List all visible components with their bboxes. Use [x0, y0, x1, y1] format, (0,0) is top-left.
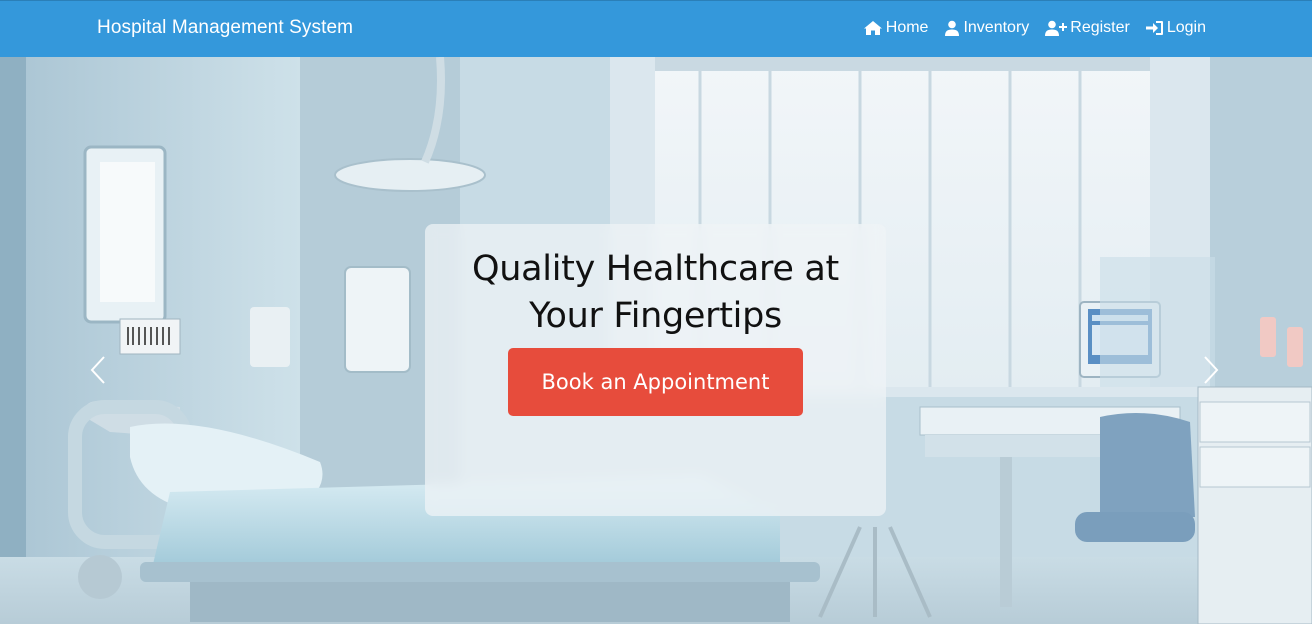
nav-register-label: Register — [1070, 19, 1130, 36]
user-icon — [944, 20, 960, 36]
chevron-right-icon — [1203, 356, 1219, 389]
top-navbar: Hospital Management System Home Inventor… — [0, 0, 1312, 57]
nav-links: Home Inventory Register Login — [863, 19, 1206, 37]
hero-carousel: Quality Healthcare at Your Fingertips Bo… — [0, 57, 1312, 624]
brand-title[interactable]: Hospital Management System — [97, 17, 353, 39]
book-appointment-button[interactable]: Book an Appointment — [508, 348, 803, 416]
sign-in-icon — [1145, 20, 1164, 36]
hero-headline-line1: Quality Healthcare at — [472, 249, 839, 289]
chevron-left-icon — [90, 356, 106, 389]
user-plus-icon — [1045, 20, 1068, 36]
nav-register-link[interactable]: Register — [1045, 19, 1130, 37]
hero-headline: Quality Healthcare at Your Fingertips — [425, 246, 886, 340]
carousel-prev-button[interactable] — [90, 355, 106, 390]
home-icon — [863, 20, 883, 36]
nav-home-label: Home — [885, 19, 929, 36]
nav-inventory-link[interactable]: Inventory — [944, 19, 1029, 37]
nav-login-link[interactable]: Login — [1145, 19, 1206, 37]
nav-inventory-label: Inventory — [963, 19, 1030, 36]
hero-headline-line2: Your Fingertips — [529, 296, 782, 336]
nav-login-label: Login — [1166, 19, 1206, 36]
carousel-next-button[interactable] — [1203, 355, 1219, 390]
nav-home-link[interactable]: Home — [863, 19, 929, 37]
